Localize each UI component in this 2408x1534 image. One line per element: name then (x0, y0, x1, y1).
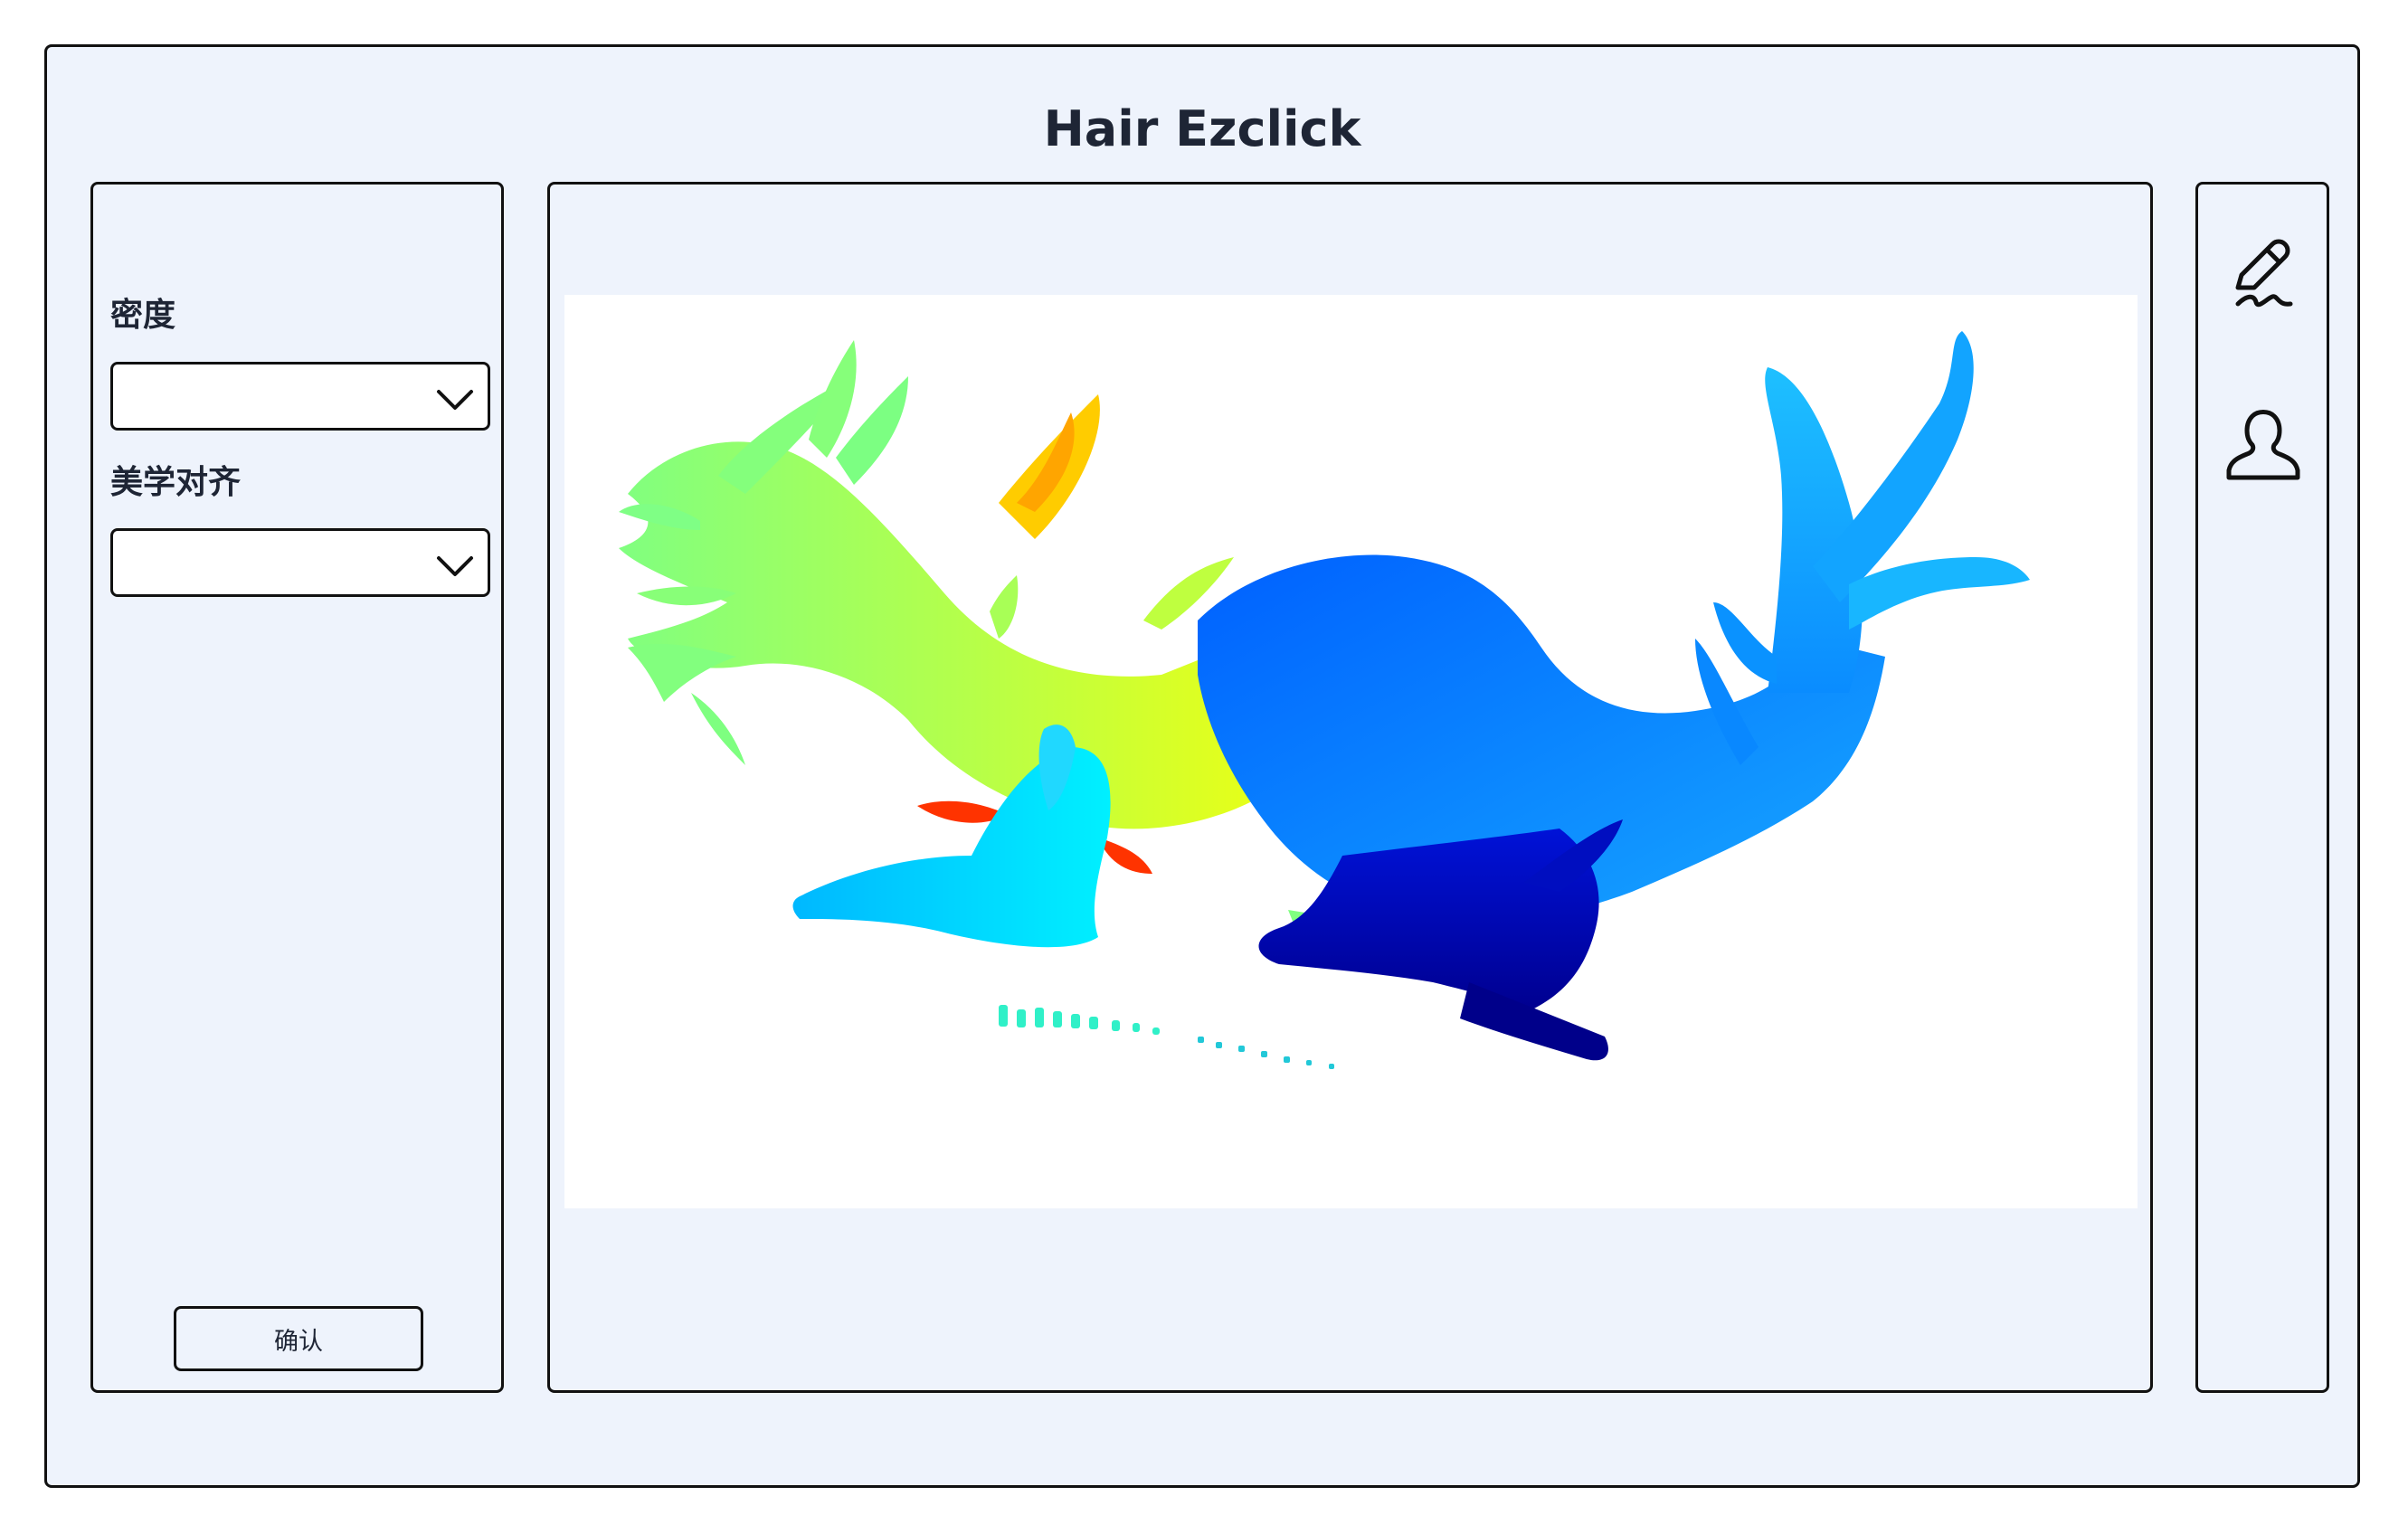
viewer-panel (547, 182, 2153, 1393)
user-profile-icon (2226, 410, 2300, 480)
hair-render-image (619, 331, 2030, 1069)
user-profile-button[interactable] (2220, 402, 2307, 488)
aesthetic-alignment-label: 美学对齐 (110, 464, 242, 501)
chevron-down-icon (437, 556, 473, 576)
confirm-button[interactable]: 确认 (174, 1306, 423, 1371)
aesthetic-alignment-select[interactable] (110, 528, 490, 597)
density-select[interactable] (110, 362, 490, 431)
pen-signature-button[interactable] (2220, 230, 2307, 317)
settings-panel: 密度 美学对齐 确认 (90, 182, 504, 1393)
density-label: 密度 (110, 297, 176, 334)
app-title: Hair Ezclick (1043, 100, 1361, 157)
chevron-down-icon (437, 390, 473, 410)
hair-render-viewport[interactable] (564, 295, 2138, 1208)
pen-signature-icon (2235, 239, 2293, 308)
app-window: Hair Ezclick 密度 美学对齐 确认 (44, 44, 2360, 1488)
tool-panel (2195, 182, 2329, 1393)
